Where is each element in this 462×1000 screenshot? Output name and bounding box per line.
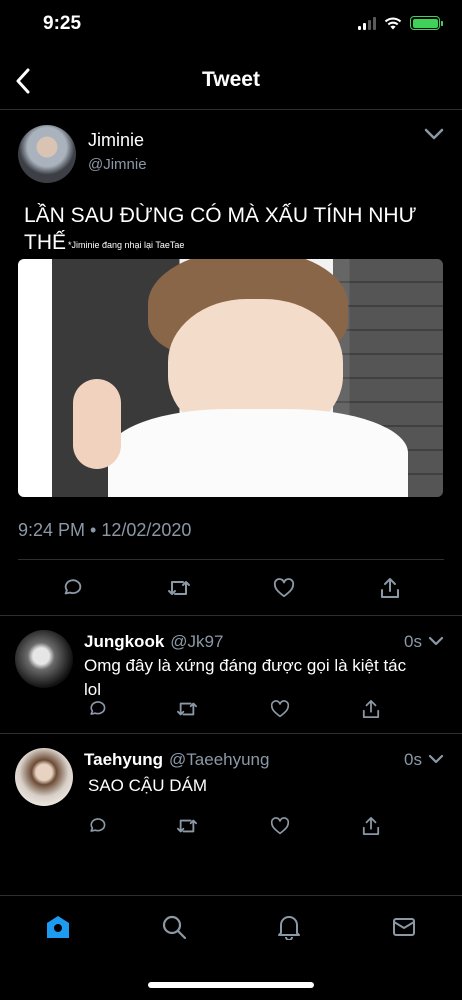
reply-author[interactable]: Jungkook @Jk97 xyxy=(84,632,223,652)
notifications-icon xyxy=(278,916,300,940)
like-button[interactable] xyxy=(267,696,293,722)
avatar[interactable] xyxy=(18,125,76,183)
like-button[interactable] xyxy=(267,813,293,839)
reply-author-handle: @Taeehyung xyxy=(169,750,270,769)
reply-author[interactable]: Taehyung @Taeehyung xyxy=(84,750,269,770)
divider xyxy=(18,559,444,560)
author-name[interactable]: Jiminie xyxy=(88,130,144,151)
reply-icon xyxy=(90,701,106,715)
reply-author-handle: @Jk97 xyxy=(170,632,224,651)
tweet-actions xyxy=(0,574,462,602)
chevron-down-icon xyxy=(428,636,444,646)
messages-icon xyxy=(393,918,415,936)
retweet-icon xyxy=(168,581,190,595)
like-icon xyxy=(270,817,290,835)
retweet-icon xyxy=(177,702,197,716)
reply-author-name: Taehyung xyxy=(84,750,164,769)
retweet-button[interactable] xyxy=(174,813,200,839)
nav-header: Tweet xyxy=(0,50,462,110)
reply-text: Omg đây là xứng đáng được gọi là kiệt tá… xyxy=(84,656,407,699)
battery-charging-icon xyxy=(410,16,443,30)
share-icon xyxy=(362,817,380,835)
chevron-down-icon xyxy=(424,128,444,140)
main-tweet: Jiminie @Jimnie LẦN SAU ĐỪNG CÓ MÀ XẤU T… xyxy=(0,110,462,616)
share-icon xyxy=(362,700,380,718)
tab-home[interactable] xyxy=(43,912,73,942)
share-button[interactable] xyxy=(358,813,384,839)
tab-search[interactable] xyxy=(159,912,189,942)
retweet-button[interactable] xyxy=(174,696,200,722)
like-icon xyxy=(273,578,295,598)
reply-button[interactable] xyxy=(58,574,86,602)
page-title: Tweet xyxy=(202,68,260,91)
reply-time: 0s xyxy=(404,750,422,769)
reply-time: 0s xyxy=(404,632,422,651)
like-icon xyxy=(270,700,290,718)
avatar[interactable] xyxy=(15,748,73,806)
home-indicator xyxy=(148,982,314,988)
reply-button[interactable] xyxy=(84,696,110,722)
retweet-icon xyxy=(177,819,197,833)
reply-icon xyxy=(64,579,82,595)
status-time: 9:25 xyxy=(43,13,82,34)
reply-menu-button[interactable] xyxy=(428,636,444,646)
share-icon xyxy=(381,578,399,598)
reply-text: SAO CẬU DÁM xyxy=(88,776,208,795)
status-icons xyxy=(358,16,443,30)
like-button[interactable] xyxy=(270,574,298,602)
reply-icon xyxy=(90,818,106,832)
author-handle[interactable]: @Jimnie xyxy=(88,156,147,173)
tweet-note: *Jiminie đang nhại lại TaeTae xyxy=(68,240,185,250)
retweet-button[interactable] xyxy=(165,574,193,602)
share-button[interactable] xyxy=(358,696,384,722)
reply-tweet[interactable]: Jungkook @Jk97 0s Omg đây là xứng đáng đư… xyxy=(0,616,462,734)
wifi-icon xyxy=(384,17,402,30)
reply-menu-button[interactable] xyxy=(428,754,444,764)
reply-button[interactable] xyxy=(84,813,110,839)
chevron-down-icon xyxy=(428,754,444,764)
share-button[interactable] xyxy=(376,574,404,602)
search-icon xyxy=(162,915,187,940)
tab-messages[interactable] xyxy=(389,912,419,942)
status-bar: 9:25 xyxy=(0,0,462,50)
tweet-menu-button[interactable] xyxy=(424,128,444,140)
home-icon xyxy=(47,916,69,938)
reply-tweet[interactable]: Taehyung @Taeehyung 0s SAO CẬU DÁM xyxy=(0,734,462,852)
reply-author-name: Jungkook xyxy=(84,632,165,651)
tweet-media-image[interactable] xyxy=(18,259,443,497)
cellular-signal-icon xyxy=(358,16,376,30)
tweet-timestamp: 9:24 PM • 12/02/2020 xyxy=(18,520,192,540)
tweet-text: LẦN SAU ĐỪNG CÓ MÀ XẤU TÍNH NHƯ THẾ *Jimi… xyxy=(24,202,444,256)
avatar[interactable] xyxy=(15,630,73,688)
tab-notifications[interactable] xyxy=(274,912,304,942)
